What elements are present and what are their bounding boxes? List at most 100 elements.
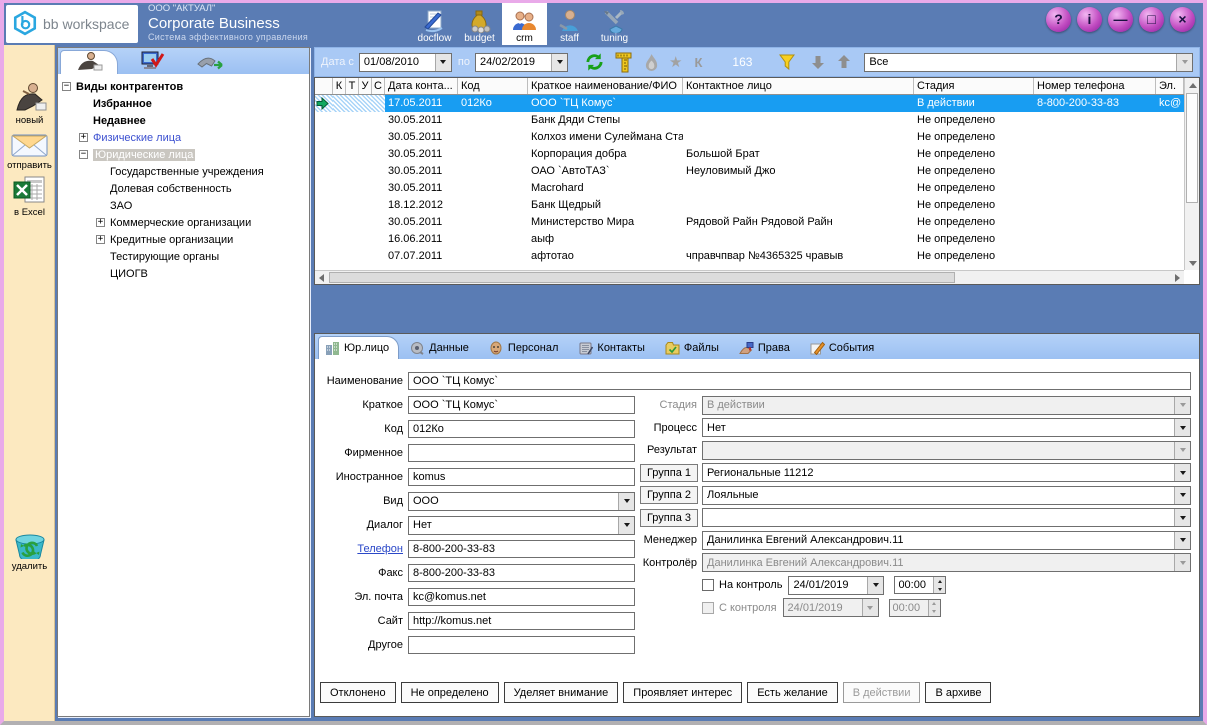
scroll-left-arrow[interactable] — [315, 271, 328, 284]
horizontal-scrollbar[interactable] — [315, 270, 1184, 284]
time-down-button[interactable] — [934, 585, 945, 593]
tree-item[interactable]: Государственные учреждения — [58, 163, 309, 180]
tree-item[interactable]: +Коммерческие организации — [58, 214, 309, 231]
scroll-down-arrow[interactable] — [1186, 257, 1199, 270]
tree-item[interactable]: −Юридические лица — [58, 146, 309, 163]
group3-dropdown-button[interactable] — [1174, 509, 1190, 526]
date-from-dropdown-button[interactable] — [435, 54, 451, 71]
tree-item[interactable]: Недавнее — [58, 112, 309, 129]
close-button[interactable]: × — [1170, 7, 1195, 32]
status-button[interactable]: Есть желание — [747, 682, 838, 703]
table-row[interactable]: 30.05.2011MacrohardНе определено — [315, 180, 1184, 197]
site-input[interactable] — [408, 612, 635, 630]
minimize-button[interactable]: — — [1108, 7, 1133, 32]
table-row[interactable]: 30.05.2011Министерство МираРядовой Райн … — [315, 214, 1184, 231]
group3-combo[interactable] — [702, 508, 1191, 527]
tree-expander[interactable]: − — [62, 82, 71, 91]
tree-item[interactable]: −Виды контрагентов — [58, 78, 309, 95]
status-button[interactable]: В архиве — [925, 682, 991, 703]
kind-combo[interactable]: ООО — [408, 492, 635, 511]
foreign-input[interactable] — [408, 468, 635, 486]
table-row[interactable]: 30.05.2011Корпорация добраБольшой БратНе… — [315, 146, 1184, 163]
tab-contacts[interactable]: Контакты — [572, 336, 654, 359]
oncontrol-date-dropdown-button[interactable] — [867, 577, 883, 594]
column-header[interactable]: Контактное лицо — [683, 78, 914, 94]
group2-button[interactable]: Группа 2 — [640, 486, 698, 504]
manager-combo[interactable]: Данилинка Евгений Александрович.11 — [702, 531, 1191, 550]
column-header[interactable]: У — [359, 78, 372, 94]
column-header[interactable]: С — [372, 78, 385, 94]
name-input[interactable] — [408, 372, 1191, 390]
date-to-picker[interactable]: 24/02/2019 — [475, 53, 568, 72]
process-combo[interactable]: Нет — [702, 418, 1191, 437]
fax-input[interactable] — [408, 564, 635, 582]
table-row[interactable]: 30.05.2011Колхоз имени Сулеймана Стал...… — [315, 129, 1184, 146]
dialog-combo[interactable]: Нет — [408, 516, 635, 535]
view-filter-combo[interactable]: Все — [864, 53, 1193, 72]
refresh-icon[interactable] — [584, 52, 605, 72]
tree-expander[interactable]: − — [79, 150, 88, 159]
sidebar-item-delete[interactable]: удалить — [4, 529, 55, 572]
tree-item[interactable]: Тестирующие органы — [58, 248, 309, 265]
column-header[interactable]: Номер телефона — [1034, 78, 1156, 94]
other-input[interactable] — [408, 636, 635, 654]
oncontrol-time-spinner[interactable]: 00:00 — [894, 576, 946, 594]
table-row[interactable]: 07.07.2011афтотаочправчпвар №4365325 чра… — [315, 248, 1184, 265]
scroll-up-arrow[interactable] — [1186, 79, 1199, 92]
nav-tuning[interactable]: tuning — [592, 3, 637, 45]
oncontrol-date-picker[interactable]: 24/01/2019 — [788, 576, 884, 595]
column-header[interactable]: Краткое наименование/ФИО — [528, 78, 683, 94]
group1-button[interactable]: Группа 1 — [640, 464, 698, 482]
process-dropdown-button[interactable] — [1174, 419, 1190, 436]
column-header[interactable]: Эл. — [1156, 78, 1184, 94]
short-name-input[interactable] — [408, 396, 635, 414]
tree-item[interactable]: ЗАО — [58, 197, 309, 214]
status-button[interactable]: Не определено — [401, 682, 499, 703]
tree-item[interactable]: Долевая собственность — [58, 180, 309, 197]
table-row[interactable]: 18.12.2012Банк ЩедрыйНе определено — [315, 197, 1184, 214]
phone-link-label[interactable]: Телефон — [320, 543, 408, 555]
status-button[interactable]: Отклонено — [320, 682, 396, 703]
tree-expander[interactable]: + — [79, 133, 88, 142]
status-button[interactable]: Уделяет внимание — [504, 682, 619, 703]
ruler-icon[interactable] — [615, 52, 634, 73]
group3-button[interactable]: Группа 3 — [640, 509, 698, 527]
tab-rights[interactable]: Права — [733, 336, 799, 359]
maximize-button[interactable]: □ — [1139, 7, 1164, 32]
email-input[interactable] — [408, 588, 635, 606]
vertical-scrollbar[interactable] — [1184, 78, 1199, 270]
group1-dropdown-button[interactable] — [1174, 464, 1190, 481]
tree-item[interactable]: Избранное — [58, 95, 309, 112]
tree-item[interactable]: +Кредитные организации — [58, 231, 309, 248]
sidebar-item-send[interactable]: отправить — [4, 131, 55, 171]
tree-expander[interactable]: + — [96, 218, 105, 227]
oncontrol-checkbox[interactable] — [702, 579, 714, 591]
nav-budget[interactable]: budget — [457, 3, 502, 45]
date-from-picker[interactable]: 01/08/2010 — [359, 53, 452, 72]
column-header[interactable]: Т — [346, 78, 359, 94]
nav-crm[interactable]: crm — [502, 3, 547, 45]
move-up-icon[interactable] — [836, 54, 852, 70]
tree-item[interactable]: +Физические лица — [58, 129, 309, 146]
table-row[interactable]: 30.05.2011ОАО `АвтоТАЗ`Неуловимый ДжоНе … — [315, 163, 1184, 180]
table-row[interactable]: 16.06.2011аыфНе определено — [315, 231, 1184, 248]
code-input[interactable] — [408, 420, 635, 438]
table-row[interactable]: 17.05.2011012КоООО `ТЦ Комус`В действии8… — [315, 95, 1184, 112]
nav-docflow[interactable]: docflow — [412, 3, 457, 45]
view-filter-dropdown-button[interactable] — [1176, 54, 1192, 71]
column-header[interactable]: Дата конта... — [385, 78, 458, 94]
tree-expander[interactable]: + — [96, 235, 105, 244]
tree-tab-contractors[interactable] — [60, 50, 118, 74]
filter-funnel-icon[interactable] — [778, 53, 796, 71]
help-button[interactable]: ? — [1046, 7, 1071, 32]
tab-events[interactable]: События — [804, 336, 883, 359]
time-up-button[interactable] — [934, 577, 945, 585]
nav-staff[interactable]: staff — [547, 3, 592, 45]
dialog-dropdown-button[interactable] — [618, 517, 634, 534]
status-button[interactable]: Проявляет интерес — [623, 682, 742, 703]
phone-input[interactable] — [408, 540, 635, 558]
tree-tab-calls[interactable] — [188, 50, 234, 74]
column-header[interactable]: Стадия — [914, 78, 1034, 94]
table-row[interactable]: 30.05.2011Банк Дяди СтепыНе определено — [315, 112, 1184, 129]
manager-dropdown-button[interactable] — [1174, 532, 1190, 549]
